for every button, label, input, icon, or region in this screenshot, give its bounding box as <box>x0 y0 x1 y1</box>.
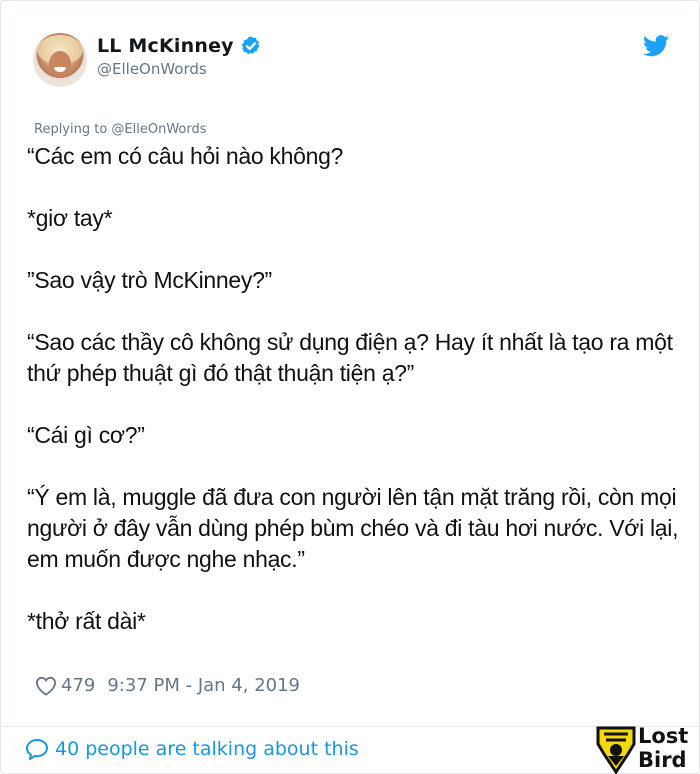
logo-text-lost: Lost <box>638 724 689 748</box>
logo-text-bird: Bird <box>638 748 687 772</box>
verified-badge-icon <box>241 36 260 55</box>
bird-emblem-icon <box>596 726 636 774</box>
tweet-paragraph: *thở rất dài* <box>27 608 146 634</box>
replying-to-label[interactable]: Replying to @ElleOnWords <box>34 122 207 137</box>
twitter-bird-icon[interactable] <box>643 35 669 57</box>
tweet-meta: 479 9:37 PM - Jan 4, 2019 <box>35 675 300 696</box>
tweet-paragraph: “Sao các thầy cô không sử dụng điện ạ? H… <box>27 329 673 386</box>
tweet-card: LL McKinney @ElleOnWords Replying to @El… <box>0 0 700 774</box>
speech-bubble-icon <box>26 739 48 760</box>
tweet-paragraph: “Các em có câu hỏi nào không? <box>27 143 344 169</box>
talking-about-label[interactable]: 40 people are talking about this <box>55 738 359 760</box>
author-handle[interactable]: @ElleOnWords <box>97 60 207 78</box>
tweet-paragraph: “Cái gì cơ?” <box>27 422 145 448</box>
like-count[interactable]: 479 <box>61 675 95 696</box>
tweet-timestamp[interactable]: 9:37 PM - Jan 4, 2019 <box>107 675 300 696</box>
tweet-paragraph: *giơ tay* <box>27 205 113 231</box>
author-name-row[interactable]: LL McKinney <box>97 35 262 57</box>
tweet-paragraph: “Ý em là, muggle đã đưa con người lên tậ… <box>27 484 679 572</box>
author-name[interactable]: LL McKinney <box>97 35 234 57</box>
talking-about-link[interactable]: 40 people are talking about this <box>25 738 359 760</box>
tweet-paragraph: ”Sao vậy trò McKinney?” <box>27 267 272 293</box>
heart-outline-icon[interactable] <box>35 676 57 696</box>
tweet-text: “Các em có câu hỏi nào không? *giơ tay* … <box>27 141 687 637</box>
avatar[interactable] <box>33 33 87 87</box>
lost-bird-logo: Lost Bird <box>592 724 700 774</box>
